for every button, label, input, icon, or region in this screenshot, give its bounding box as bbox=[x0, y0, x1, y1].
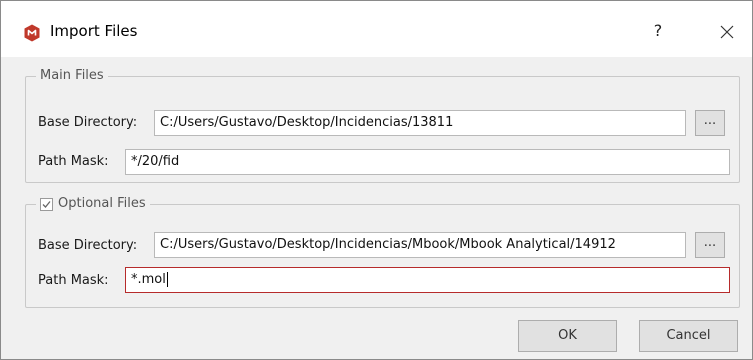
main-files-legend: Main Files bbox=[36, 68, 108, 84]
cancel-button[interactable]: Cancel bbox=[639, 320, 738, 352]
optional-files-checkbox[interactable] bbox=[40, 197, 53, 211]
main-path-mask-label: Path Mask: bbox=[38, 154, 109, 169]
main-base-directory-field[interactable]: C:/Users/Gustavo/Desktop/Incidencias/138… bbox=[154, 110, 686, 136]
help-button[interactable]: ? bbox=[647, 19, 669, 43]
optional-base-directory-field[interactable]: C:/Users/Gustavo/Desktop/Incidencias/Mbo… bbox=[154, 232, 686, 258]
checkmark-icon bbox=[42, 200, 51, 208]
import-files-dialog: Import Files ? Main Files Base Directory… bbox=[0, 0, 753, 360]
main-browse-button[interactable]: ... bbox=[695, 110, 725, 136]
text-caret bbox=[166, 272, 168, 287]
optional-base-directory-label: Base Directory: bbox=[38, 238, 138, 253]
close-icon[interactable] bbox=[714, 19, 740, 45]
optional-browse-button[interactable]: ... bbox=[695, 232, 725, 258]
optional-path-mask-label: Path Mask: bbox=[38, 273, 109, 288]
optional-files-legend-label: Optional Files bbox=[58, 196, 146, 211]
main-base-directory-label: Base Directory: bbox=[38, 115, 138, 130]
optional-path-mask-value: *.mol bbox=[131, 272, 166, 287]
optional-files-legend: Optional Files bbox=[36, 196, 150, 212]
app-logo-icon bbox=[24, 24, 40, 42]
ok-button[interactable]: OK bbox=[518, 320, 617, 352]
dialog-title: Import Files bbox=[50, 22, 138, 40]
main-path-mask-field[interactable]: */20/fid bbox=[125, 149, 730, 175]
optional-path-mask-field[interactable]: *.mol bbox=[125, 267, 730, 293]
title-bar: Import Files ? bbox=[1, 1, 752, 57]
